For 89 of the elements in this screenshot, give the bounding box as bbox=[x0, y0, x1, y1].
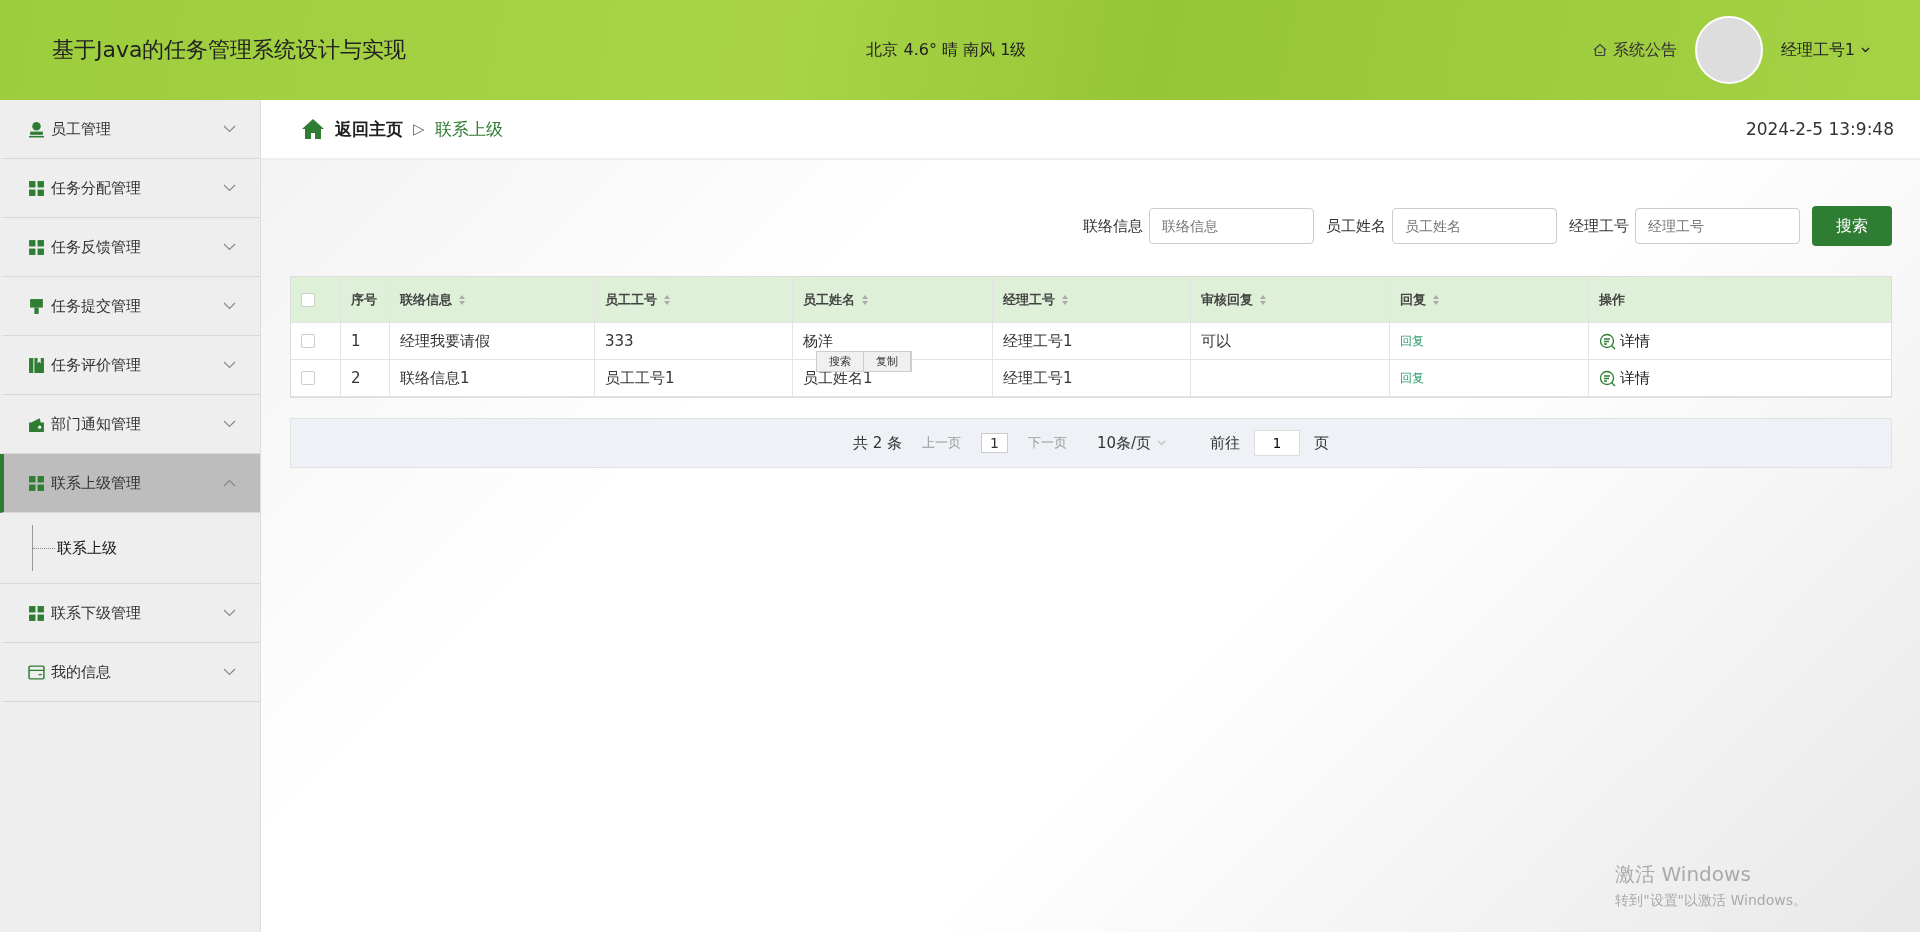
column-header: 经理工号 bbox=[1003, 290, 1055, 309]
sort-icon[interactable] bbox=[1259, 293, 1267, 306]
chevron-down-icon bbox=[223, 125, 236, 133]
chevron-down-icon bbox=[223, 420, 236, 428]
home-link[interactable]: 返回主页 bbox=[335, 117, 403, 141]
context-menu-item[interactable]: 搜索 bbox=[817, 352, 864, 371]
menu-item[interactable]: 任务反馈管理 bbox=[0, 218, 260, 277]
grid-icon bbox=[28, 238, 45, 256]
menu-item[interactable]: 我的信息 bbox=[0, 643, 260, 702]
caret-icon bbox=[1157, 440, 1167, 446]
table-cell: 员工工号1 bbox=[605, 368, 675, 388]
grid-icon bbox=[28, 179, 45, 197]
person-icon bbox=[28, 120, 45, 138]
table-cell: 333 bbox=[605, 332, 634, 350]
activation-subtitle: 转到"设置"以激活 Windows。 bbox=[1615, 892, 1807, 910]
card-icon bbox=[28, 663, 45, 681]
table-cell: 经理我要请假 bbox=[400, 331, 490, 351]
page-size-select[interactable]: 10条/页 bbox=[1096, 433, 1167, 453]
sort-icon[interactable] bbox=[1061, 293, 1069, 306]
table-cell: 联络信息1 bbox=[400, 368, 470, 388]
column-header: 操作 bbox=[1599, 290, 1625, 309]
reply-link[interactable]: 回复 bbox=[1400, 369, 1424, 387]
chevron-down-icon bbox=[223, 668, 236, 676]
search-field[interactable]: 联络信息 bbox=[1149, 208, 1314, 244]
sort-icon[interactable] bbox=[861, 293, 869, 306]
wallet-icon bbox=[28, 415, 45, 433]
search-field[interactable]: 员工姓名 bbox=[1392, 208, 1557, 244]
chevron-down-icon bbox=[223, 609, 236, 617]
page-unit: 页 bbox=[1314, 433, 1330, 453]
page-number[interactable]: 1 bbox=[981, 433, 1008, 453]
sort-icon[interactable] bbox=[663, 293, 671, 306]
goto-page-field[interactable]: 1 bbox=[1254, 430, 1301, 456]
app-title: 基于Java的任务管理系统设计与实现 bbox=[52, 36, 407, 64]
grid-icon bbox=[28, 604, 45, 622]
column-header: 回复 bbox=[1400, 290, 1426, 309]
field-label: 经理工号 bbox=[1569, 216, 1629, 236]
column-header: 员工工号 bbox=[605, 290, 657, 309]
table-cell: 2 bbox=[351, 369, 361, 387]
table-cell: 可以 bbox=[1201, 331, 1231, 351]
search-button[interactable]: 搜索 bbox=[1812, 206, 1892, 246]
notice-link[interactable]: 系统公告 bbox=[1592, 39, 1677, 61]
field-label: 员工姓名 bbox=[1326, 216, 1386, 236]
search-field[interactable]: 经理工号 bbox=[1635, 208, 1800, 244]
column-header: 联络信息 bbox=[400, 290, 452, 309]
details-button[interactable]: 详情 bbox=[1599, 331, 1650, 351]
breadcrumb-current: 联系上级 bbox=[434, 117, 503, 141]
details-button[interactable]: 详情 bbox=[1599, 368, 1650, 388]
checkbox[interactable] bbox=[301, 292, 315, 307]
goto-label: 前往 bbox=[1210, 433, 1241, 453]
sort-icon[interactable] bbox=[458, 293, 466, 306]
grid-icon bbox=[28, 474, 45, 492]
separator-icon: ▷ bbox=[413, 120, 425, 138]
column-header: 员工姓名 bbox=[803, 290, 855, 309]
home-icon bbox=[301, 118, 325, 140]
menu-item[interactable]: 员工管理 bbox=[0, 100, 260, 159]
weather-text: 北京 4.6° 晴 南风 1级 bbox=[866, 39, 1027, 61]
context-menu-item[interactable]: 复制 bbox=[864, 352, 911, 371]
chevron-down-icon bbox=[223, 361, 236, 369]
table-cell: 经理工号1 bbox=[1003, 368, 1073, 388]
table-cell: 1 bbox=[351, 332, 361, 350]
menu-item[interactable]: 联系上级管理 bbox=[0, 454, 260, 513]
reply-link[interactable]: 回复 bbox=[1400, 332, 1424, 350]
details-icon bbox=[1599, 369, 1616, 387]
house-icon bbox=[1592, 43, 1607, 57]
menu-item[interactable]: 任务评价管理 bbox=[0, 336, 260, 395]
user-menu[interactable]: 经理工号1 bbox=[1780, 39, 1870, 61]
chevron-up-icon bbox=[223, 479, 236, 487]
chevron-down-icon bbox=[223, 184, 236, 192]
chevron-down-icon bbox=[223, 302, 236, 310]
menu-item[interactable]: 任务分配管理 bbox=[0, 159, 260, 218]
book-icon bbox=[28, 356, 45, 374]
menu-item[interactable]: 联系下级管理 bbox=[0, 584, 260, 643]
table-cell: 杨洋 bbox=[803, 331, 833, 351]
total-count: 共 2 条 bbox=[852, 433, 902, 453]
field-label: 联络信息 bbox=[1083, 216, 1143, 236]
checkbox[interactable] bbox=[301, 334, 315, 348]
column-header: 审核回复 bbox=[1201, 290, 1253, 309]
caret-icon bbox=[1861, 47, 1870, 53]
column-header: 序号 bbox=[351, 290, 377, 309]
brush-icon bbox=[28, 297, 45, 315]
table-cell: 经理工号1 bbox=[1003, 331, 1073, 351]
menu-item[interactable]: 任务提交管理 bbox=[0, 277, 260, 336]
sort-icon[interactable] bbox=[1432, 293, 1440, 306]
datetime-text: 2024-2-5 13:9:48 bbox=[1745, 119, 1894, 139]
details-icon bbox=[1599, 332, 1616, 350]
checkbox[interactable] bbox=[301, 371, 315, 385]
chevron-down-icon bbox=[223, 243, 236, 251]
submenu-item[interactable]: 联系上级 bbox=[32, 525, 260, 571]
activation-title: 激活 Windows bbox=[1615, 861, 1752, 888]
